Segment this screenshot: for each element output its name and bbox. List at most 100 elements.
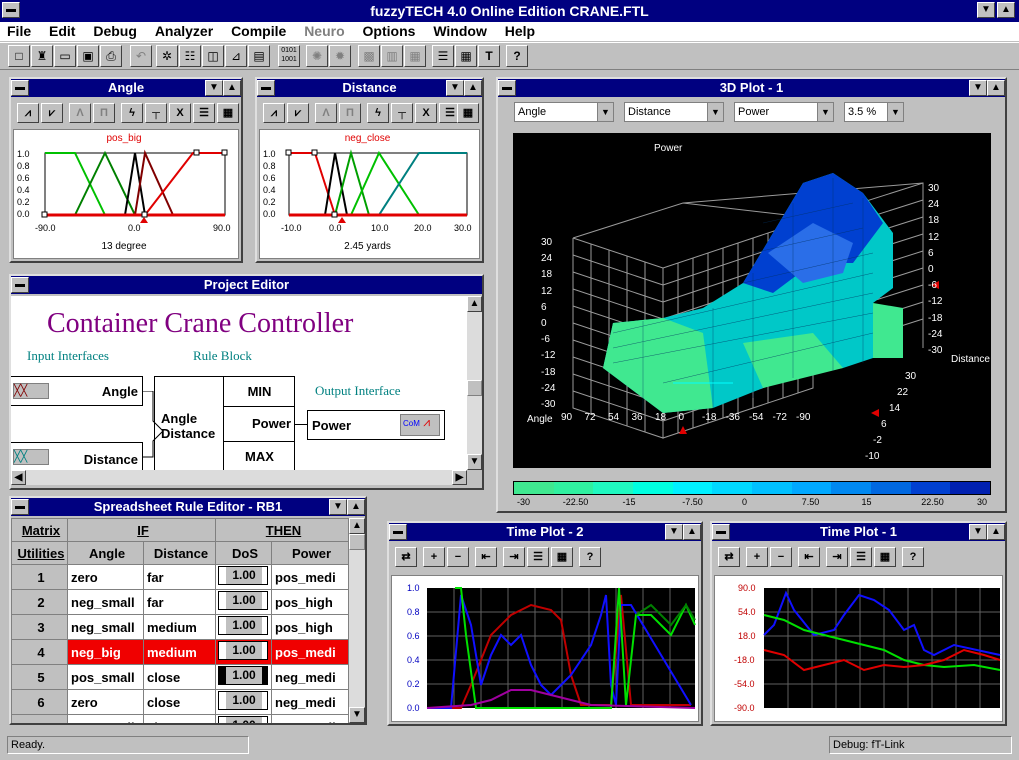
system-menu-button[interactable]: ▬ [2,2,20,18]
rule-dos-cell[interactable]: 1.00 [215,714,272,723]
help-icon[interactable]: ? [902,547,924,567]
menu-analyzer[interactable]: Analyzer [148,22,220,41]
range-icon[interactable]: ┬ [145,103,167,123]
minimize-button[interactable]: ▼ [969,524,987,540]
window-menu-button[interactable]: ▬ [712,524,730,540]
menu-file[interactable]: File [0,22,38,41]
scroll-thumb[interactable] [467,380,482,396]
pi-icon[interactable]: Π [93,103,115,123]
rule-dos-cell[interactable]: 1.00 [215,689,272,715]
freeze-icon[interactable]: ⇥ [826,547,848,567]
trace-icon[interactable]: ◫ [202,45,224,67]
rule-angle-cell[interactable]: pos_small [67,664,144,690]
wizard-icon[interactable]: ♜ [31,45,53,67]
rule-row[interactable]: 1 zero far 1.00 pos_medi [11,564,349,590]
rule-block[interactable]: Angle Distance MIN Power MAX [154,376,295,470]
zoom-in-icon[interactable]: + [746,547,768,567]
rule-power-cell[interactable]: neg_medi [271,714,349,723]
resolution-select[interactable]: 3.5 % ▼ [844,102,904,122]
grid-icon[interactable]: ▦ [217,103,239,123]
rule-number[interactable]: 1 [11,564,68,590]
menu-neuro[interactable]: Neuro [297,22,351,41]
window-menu-button[interactable]: ▬ [11,277,29,293]
range-icon[interactable]: ┬ [391,103,413,123]
minimize-button[interactable]: ▼ [205,80,223,96]
rule-power-cell[interactable]: neg_medi [271,664,349,690]
dos-slider[interactable]: 1.00 [218,641,268,660]
scroll-left-button[interactable]: ◀ [11,470,26,485]
plot-icon[interactable]: ⊿ [225,45,247,67]
lambda-icon[interactable]: Λ [69,103,91,123]
rule-number[interactable]: 4 [11,639,68,665]
rule-dos-cell[interactable]: 1.00 [215,564,272,590]
horizontal-scrollbar[interactable]: ◀ ▶ [11,470,467,485]
rule-distance-cell[interactable]: medium [143,639,216,665]
rule-row[interactable]: 2 neg_small far 1.00 pos_high [11,589,349,615]
rule-row[interactable]: 7neg_smallclose 1.00 neg_medi [11,714,349,723]
list-icon[interactable]: ☰ [432,45,454,67]
grid-icon[interactable]: ▦ [455,45,477,67]
menu-edit[interactable]: Edit [42,22,82,41]
help-icon[interactable]: ? [579,547,601,567]
window-menu-button[interactable]: ▬ [11,499,29,515]
grid-icon[interactable]: ▦ [551,547,573,567]
minimize-button[interactable]: ▼ [329,499,347,515]
menu-options[interactable]: Options [356,22,423,41]
binary-icon[interactable]: 0101 1001 [278,45,300,67]
undo-icon[interactable]: ↶ [130,45,152,67]
dos-slider[interactable]: 1.00 [218,591,268,610]
minimize-button[interactable]: ▼ [446,80,464,96]
rule-dos-cell[interactable]: 1.00 [215,614,272,640]
maximize-button[interactable]: ▲ [464,80,482,96]
rule-row[interactable]: 3 neg_small medium 1.00 pos_high [11,614,349,640]
term-add-icon[interactable]: ⩘ [17,103,39,123]
reset-icon[interactable]: ⇤ [798,547,820,567]
rule-number[interactable]: 5 [11,664,68,690]
rule-dos-cell[interactable]: 1.00 [215,664,272,690]
fuzzy-icon[interactable]: ▩ [358,45,380,67]
term-shape-icon[interactable]: ⩗ [287,103,309,123]
menu-debug[interactable]: Debug [86,22,144,41]
print-icon[interactable]: ⎙ [100,45,122,67]
window-menu-button[interactable]: ▬ [389,524,407,540]
list-icon[interactable]: ☰ [850,547,872,567]
filter-icon[interactable]: ▦ [404,45,426,67]
rule-number[interactable]: 7 [11,714,68,723]
maximize-button[interactable]: ▲ [997,2,1015,18]
maximize-button[interactable]: ▲ [987,524,1005,540]
dos-slider[interactable]: 1.00 [218,616,268,635]
term-edit-icon[interactable]: ϟ [121,103,143,123]
debug-icon[interactable]: ✲ [156,45,178,67]
menu-compile[interactable]: Compile [224,22,293,41]
scroll-thumb[interactable] [349,534,365,550]
rule-power-cell[interactable]: pos_high [271,614,349,640]
text-icon[interactable]: T [478,45,500,67]
rule-angle-cell[interactable]: neg_small [67,714,144,723]
list-icon[interactable]: ☰ [527,547,549,567]
neuro-icon[interactable]: ✺ [306,45,328,67]
rule-distance-cell[interactable]: close [143,714,216,723]
maximize-button[interactable]: ▲ [223,80,241,96]
lambda-icon[interactable]: Λ [315,103,337,123]
save-icon[interactable]: ▣ [77,45,99,67]
angle-input-block[interactable]: ╳╳ Angle [11,376,143,406]
grid-icon[interactable]: ▦ [457,103,479,123]
rule-power-cell[interactable]: pos_medi [271,564,349,590]
rule-power-cell[interactable]: pos_medi [271,639,349,665]
dos-slider[interactable]: 1.00 [218,666,268,685]
rule-power-cell[interactable]: neg_medi [271,689,349,715]
rule-number[interactable]: 6 [11,689,68,715]
rule-distance-cell[interactable]: close [143,689,216,715]
dos-slider[interactable]: 1.00 [218,566,268,585]
y-axis-select[interactable]: Distance ▼ [624,102,724,122]
reset-icon[interactable]: ⇤ [475,547,497,567]
compile-icon[interactable]: ☷ [179,45,201,67]
term-add-icon[interactable]: ⩘ [263,103,285,123]
dos-slider[interactable]: 1.00 [218,691,268,710]
power-output-block[interactable]: Power CoM ⩘ [307,410,445,440]
rule-angle-cell[interactable]: neg_small [67,589,144,615]
pi-icon[interactable]: Π [339,103,361,123]
scroll-up-button[interactable]: ▲ [349,518,365,534]
window-menu-button[interactable]: ▬ [11,80,29,96]
utilities-header[interactable]: Utilities [11,541,68,565]
